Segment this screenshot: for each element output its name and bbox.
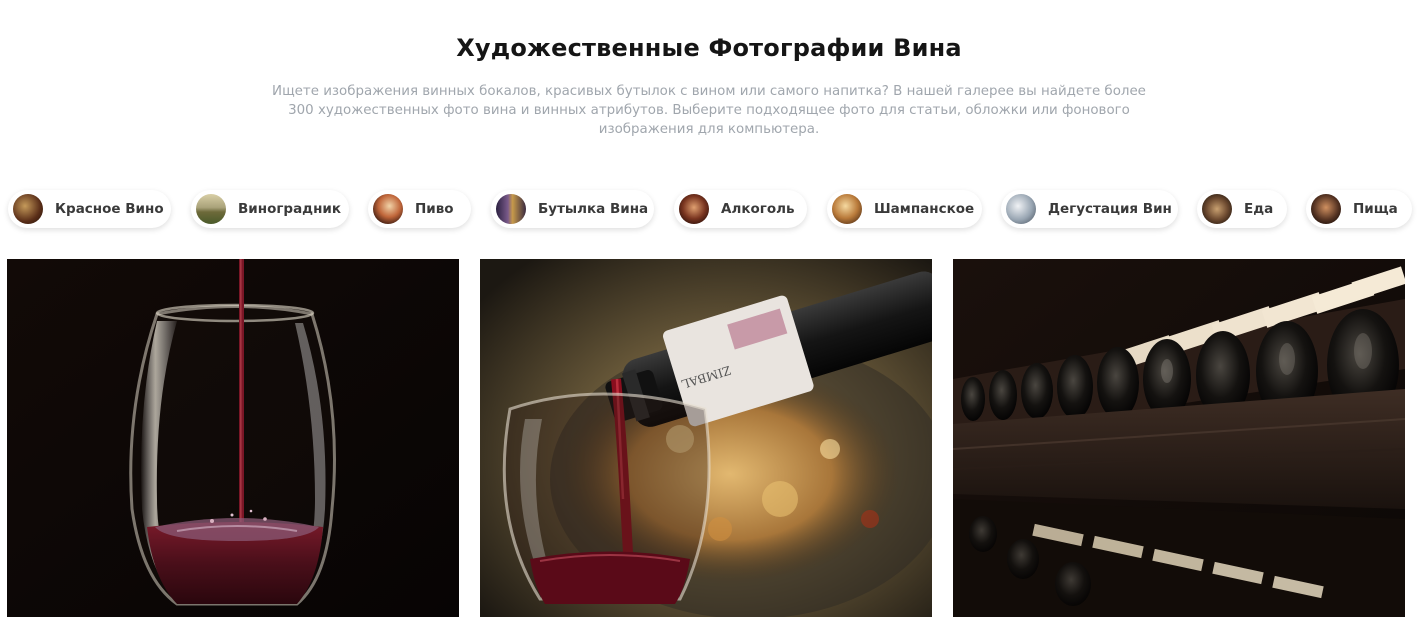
- wine-bottle-thumb-icon: [496, 194, 526, 224]
- red-wine-thumb-icon: [13, 194, 43, 224]
- category-chip-alcohol[interactable]: Алкоголь: [674, 190, 807, 228]
- category-label: Бутылка Вина: [538, 201, 649, 217]
- category-label: Пиво: [415, 201, 454, 217]
- gallery-photo-bottle-pour[interactable]: ZIMBAL: [480, 259, 932, 617]
- category-chip-champagne[interactable]: Шампанское: [827, 190, 982, 228]
- category-label: Пища: [1353, 201, 1398, 217]
- category-chips: Красное Вино Виноградник Пиво Бутылка Ви…: [0, 190, 1418, 230]
- wine-cellar-image: [953, 259, 1405, 617]
- vineyard-thumb-icon: [196, 194, 226, 224]
- category-chip-vineyard[interactable]: Виноградник: [191, 190, 349, 228]
- gallery-photo-wine-cellar[interactable]: [953, 259, 1405, 617]
- alcohol-thumb-icon: [679, 194, 709, 224]
- category-chip-beer[interactable]: Пиво: [368, 190, 471, 228]
- category-label: Виноградник: [238, 201, 342, 217]
- category-chip-red-wine[interactable]: Красное Вино: [8, 190, 171, 228]
- wine-tasting-thumb-icon: [1006, 194, 1036, 224]
- beer-thumb-icon: [373, 194, 403, 224]
- category-chip-wine-tasting[interactable]: Дегустация Вин: [1001, 190, 1178, 228]
- category-label: Алкоголь: [721, 201, 795, 217]
- champagne-thumb-icon: [832, 194, 862, 224]
- wine-glass-pour-image: [7, 259, 459, 617]
- category-label: Еда: [1244, 201, 1274, 217]
- category-label: Шампанское: [874, 201, 975, 217]
- page-title: Художественные Фотографии Вина: [456, 34, 962, 62]
- category-chip-wine-bottle[interactable]: Бутылка Вина: [491, 190, 654, 228]
- category-chip-food[interactable]: Еда: [1197, 190, 1287, 228]
- bottle-pour-image: ZIMBAL: [480, 259, 932, 617]
- food-thumb-icon: [1202, 194, 1232, 224]
- category-label: Дегустация Вин: [1048, 201, 1172, 217]
- meal-thumb-icon: [1311, 194, 1341, 224]
- gallery-photo-wine-pour[interactable]: [7, 259, 459, 617]
- category-label: Красное Вино: [55, 201, 164, 217]
- category-chip-meal[interactable]: Пища: [1306, 190, 1412, 228]
- page-description: Ищете изображения винных бокалов, красив…: [272, 84, 1146, 137]
